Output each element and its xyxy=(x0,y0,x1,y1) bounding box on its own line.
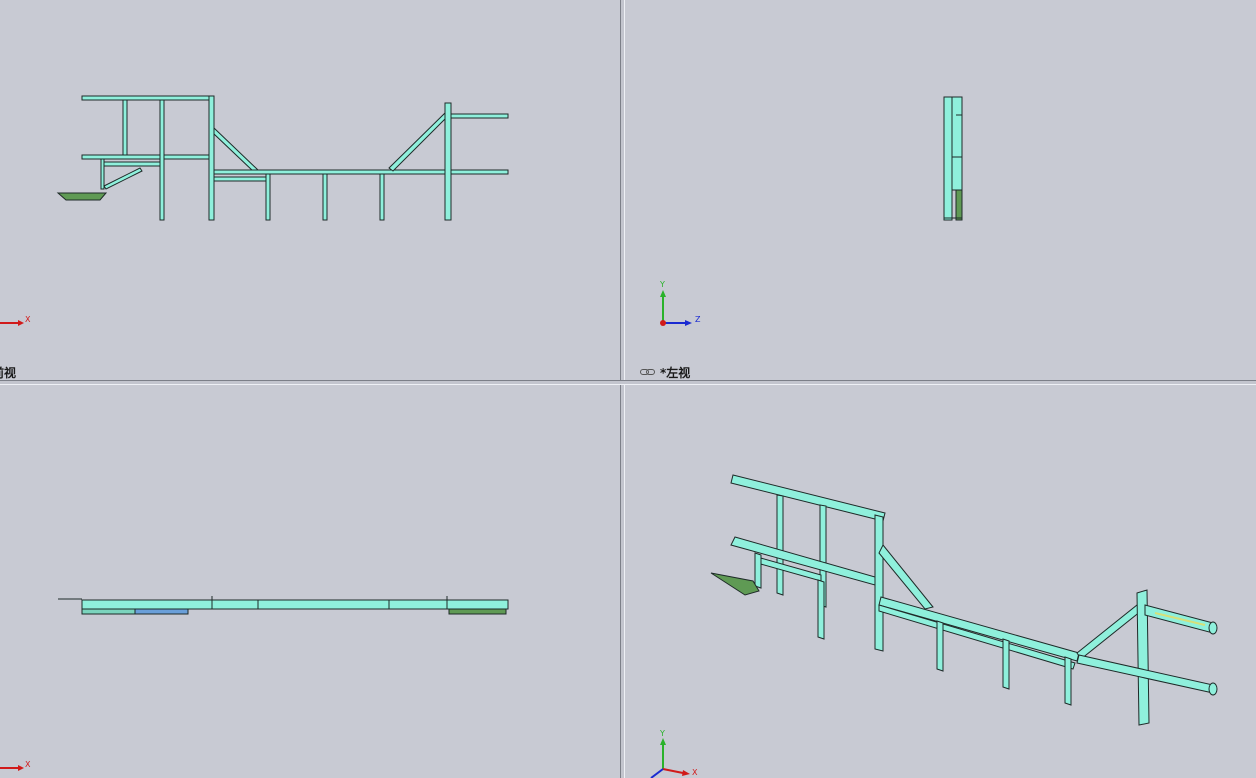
solidworks-four-view-window: X 前视 Y Z xyxy=(0,0,1256,778)
linked-views-icon[interactable] xyxy=(640,368,656,377)
frame-member xyxy=(103,161,163,167)
view-label-text: *左视 xyxy=(660,366,691,380)
view-label-text: 前视 xyxy=(0,366,17,380)
frame-member xyxy=(388,599,448,610)
green-plate xyxy=(955,189,963,221)
front-view-model[interactable]: X xyxy=(0,0,620,380)
frame-member xyxy=(951,96,963,158)
y-axis-label: Y xyxy=(659,280,665,289)
frame-member xyxy=(213,169,509,175)
frame-member xyxy=(450,113,509,119)
frame-member xyxy=(730,536,876,586)
frame-member xyxy=(159,99,165,221)
front-viewport[interactable]: X 前视 xyxy=(0,0,620,380)
green-plate xyxy=(710,572,760,596)
frame-member xyxy=(1076,604,1142,660)
frame-member xyxy=(951,156,963,191)
top-viewport[interactable]: X xyxy=(0,385,620,778)
y-axis-label: Y xyxy=(659,729,665,738)
frame-member xyxy=(257,599,390,610)
frame-member xyxy=(322,173,328,221)
x-axis-label: X xyxy=(25,315,31,324)
frame-member xyxy=(1002,638,1010,690)
x-axis-label: X xyxy=(25,760,31,769)
axis-triad: Y X xyxy=(650,729,698,778)
frame-member xyxy=(388,111,449,172)
frame-member xyxy=(122,99,128,156)
frame-member xyxy=(1064,656,1072,706)
frame-member xyxy=(878,604,1076,670)
green-plate xyxy=(56,192,108,201)
frame-member xyxy=(878,596,1080,662)
frame-member xyxy=(754,552,762,589)
frame-member xyxy=(213,126,259,173)
frame-member xyxy=(134,608,189,615)
frame-member xyxy=(943,96,953,221)
frame-member xyxy=(817,579,825,640)
isometric-view-model[interactable]: Y X xyxy=(625,385,1256,778)
frame-member xyxy=(81,599,213,610)
frame-member xyxy=(446,599,509,610)
horizontal-splitter[interactable] xyxy=(0,380,1256,385)
frame-member xyxy=(444,102,452,221)
frame-member xyxy=(379,173,385,221)
frame-member xyxy=(874,514,884,652)
frame-member xyxy=(213,176,267,182)
green-plate xyxy=(448,608,507,615)
frame-member xyxy=(265,173,271,221)
frame-member xyxy=(776,494,784,596)
z-axis-label: Z xyxy=(695,315,701,324)
top-view-model[interactable]: X xyxy=(0,385,620,778)
frame-member xyxy=(81,95,213,101)
frame-member xyxy=(936,620,944,672)
left-view-model[interactable]: Y Z xyxy=(625,0,1256,380)
axis-triad: X xyxy=(0,315,31,326)
frame-member xyxy=(100,158,105,190)
axis-triad: Y Z xyxy=(659,280,701,326)
frame-member xyxy=(103,167,143,190)
frame-member xyxy=(211,599,259,610)
frame-member xyxy=(730,474,886,522)
axis-triad: X xyxy=(0,760,31,771)
view-label-front: 前视 xyxy=(0,364,16,380)
left-viewport[interactable]: Y Z *左视 xyxy=(625,0,1256,380)
x-axis-label: X xyxy=(692,768,698,777)
frame-member xyxy=(208,95,215,221)
frame-member xyxy=(81,154,213,160)
vertical-splitter[interactable] xyxy=(620,0,625,778)
isometric-viewport[interactable]: Y X xyxy=(625,385,1256,778)
view-label-left: *左视 xyxy=(640,364,690,380)
